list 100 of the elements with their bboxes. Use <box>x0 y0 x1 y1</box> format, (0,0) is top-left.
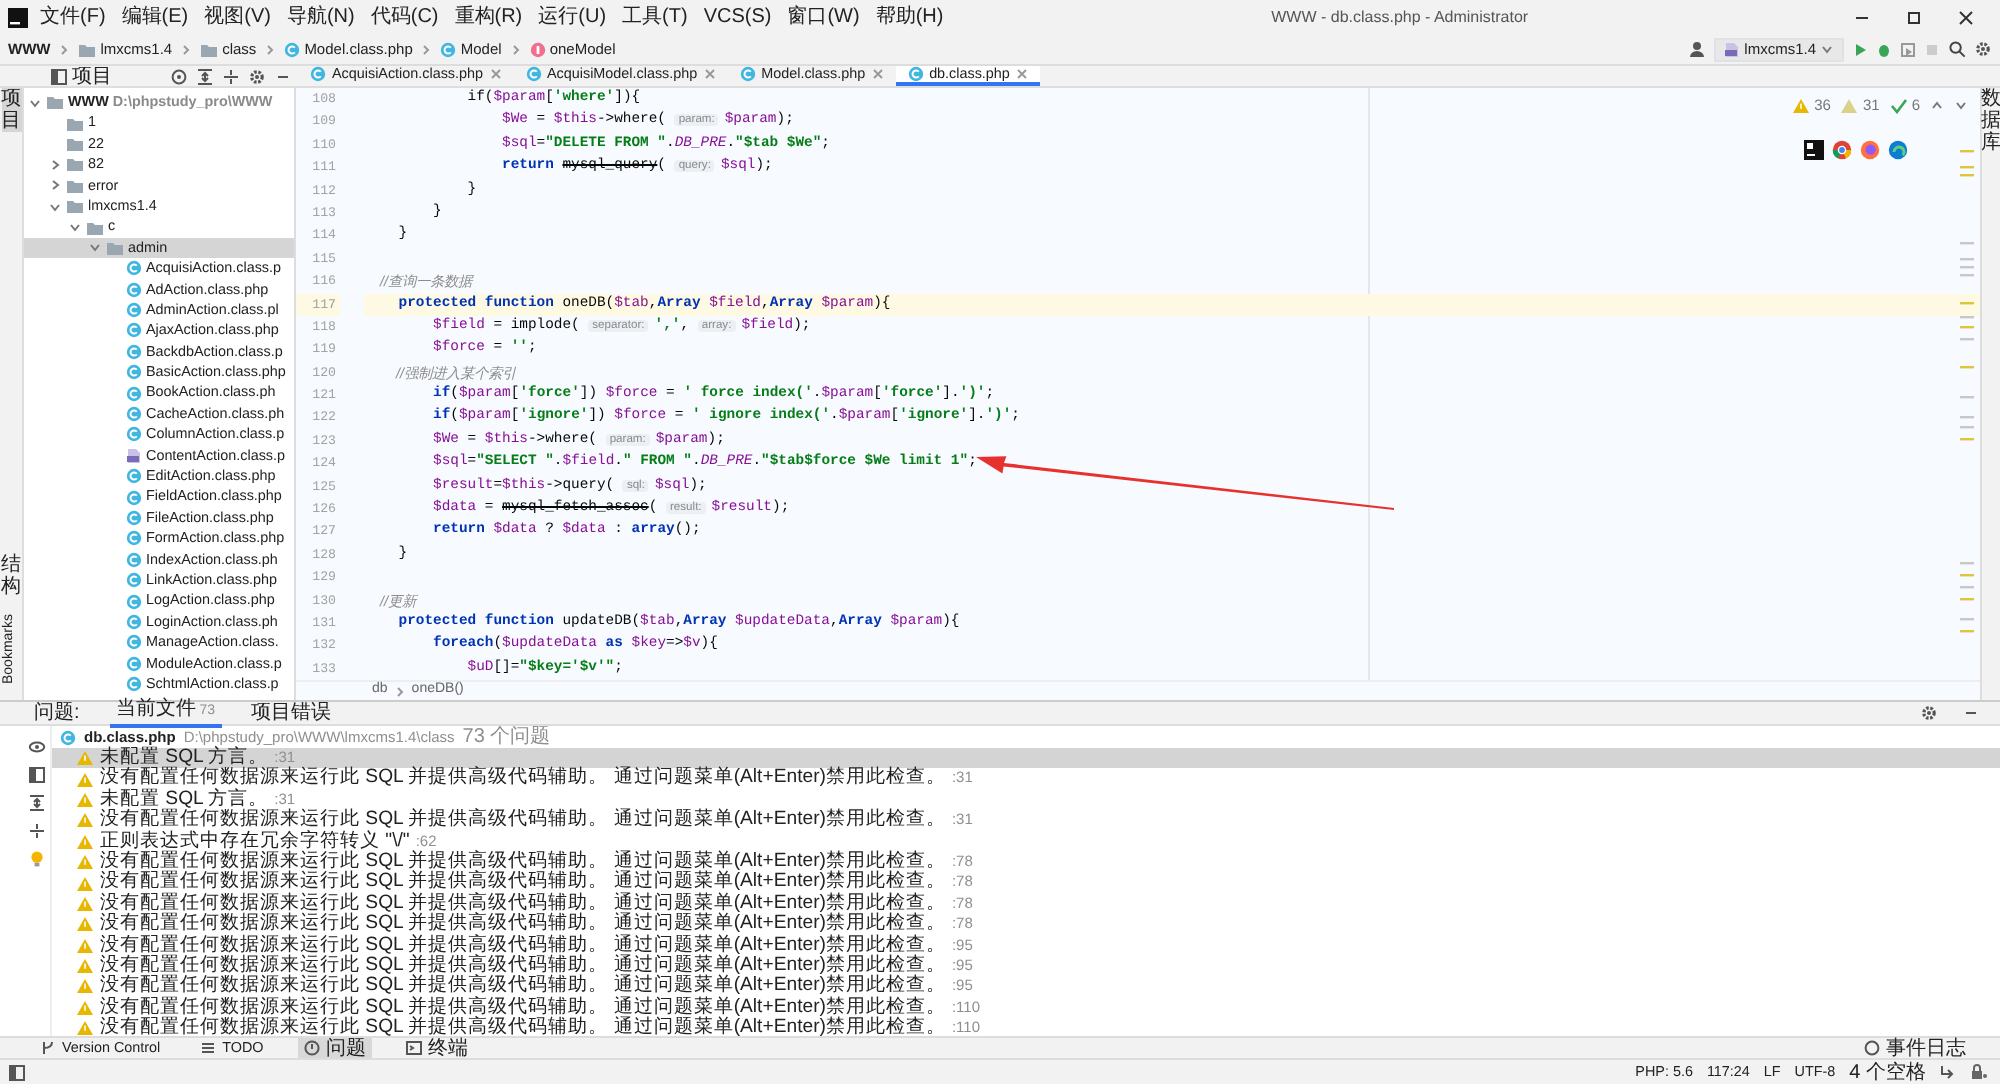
debug-icon[interactable] <box>1876 41 1892 57</box>
down-icon[interactable] <box>1954 98 1968 113</box>
menu-item[interactable]: 运行(U) <box>534 0 611 34</box>
indent-icon[interactable] <box>1940 1064 1956 1080</box>
warning-icon <box>76 895 94 912</box>
event-log-button[interactable]: 事件日志 <box>1858 1037 1972 1059</box>
chevron-icon[interactable] <box>48 178 62 193</box>
panel-title: 问题: <box>32 701 82 725</box>
ide-browser-icon[interactable] <box>1804 140 1824 160</box>
chevron-icon <box>509 41 522 57</box>
bulb-icon[interactable] <box>28 850 46 868</box>
user-icon[interactable] <box>1688 40 1707 58</box>
menu-item[interactable]: 编辑(E) <box>117 0 193 34</box>
branch-icon <box>40 1040 56 1056</box>
menu-item[interactable]: 工具(T) <box>618 0 692 34</box>
menu-item[interactable]: 文件(F) <box>36 0 110 34</box>
tool-window-button[interactable]: 终端 <box>399 1037 474 1059</box>
window-title: WWW - db.class.php - Administrator <box>1269 5 1531 29</box>
folder-icon <box>78 41 97 57</box>
tool-window-label[interactable]: 项目 <box>1 88 21 132</box>
firefox-icon[interactable] <box>1860 140 1880 160</box>
warning-icon <box>76 875 94 892</box>
class-file-icon <box>310 66 326 82</box>
warning-icon <box>76 791 94 808</box>
chrome-icon[interactable] <box>1832 140 1852 160</box>
class-file-icon <box>126 572 142 589</box>
panel-icon <box>50 67 68 85</box>
class-file-icon <box>126 551 142 568</box>
search-icon[interactable] <box>1948 40 1966 58</box>
chevron-icon[interactable] <box>88 240 102 255</box>
status-item[interactable]: 4 个空格 <box>1849 1057 1926 1084</box>
menu-item[interactable]: 重构(R) <box>450 0 527 34</box>
eye-icon[interactable] <box>28 738 46 756</box>
warning-icon <box>76 812 94 829</box>
locate-icon[interactable] <box>170 67 188 85</box>
coverage-icon[interactable] <box>1900 41 1916 57</box>
class-file-icon <box>126 426 142 443</box>
class-file-icon <box>907 66 924 82</box>
settings-icon[interactable] <box>1920 704 1938 722</box>
run-icon[interactable] <box>1852 41 1868 57</box>
class-file-icon <box>126 385 142 402</box>
log-icon <box>1864 1040 1880 1056</box>
caret-icon <box>1820 42 1834 56</box>
app-logo-icon <box>8 7 28 27</box>
maximize-icon[interactable] <box>1904 7 1924 27</box>
menu-item[interactable]: 代码(C) <box>366 0 443 34</box>
expand-all-icon[interactable] <box>28 794 46 812</box>
tool-window-label[interactable]: 结构 <box>1 553 21 598</box>
edge-icon[interactable] <box>1888 140 1908 160</box>
chevron-icon[interactable] <box>48 199 62 214</box>
menu-item[interactable]: 导航(N) <box>282 0 359 34</box>
method-icon <box>529 41 546 57</box>
warning-icon <box>76 771 94 788</box>
collapse-all-icon[interactable] <box>222 67 240 85</box>
project-view-dropdown[interactable]: 项目 <box>50 61 112 91</box>
layout-icon[interactable] <box>8 1063 26 1081</box>
warning-icon <box>76 999 94 1016</box>
class-icon <box>440 41 457 57</box>
warning-icon <box>76 854 94 871</box>
preview-icon[interactable] <box>28 766 46 784</box>
up-icon[interactable] <box>1930 98 1944 113</box>
list-icon <box>200 1040 217 1056</box>
warning-icon <box>1792 97 1811 114</box>
lock-icon[interactable] <box>1970 1064 1988 1080</box>
chevron-icon[interactable] <box>28 95 42 110</box>
menu-item[interactable]: VCS(S) <box>699 0 776 34</box>
tool-window-button[interactable]: 问题 <box>297 1037 372 1059</box>
warning-icon <box>76 916 94 933</box>
chevron-icon <box>264 41 277 57</box>
warning-icon <box>76 958 94 975</box>
warning-icon <box>76 978 94 995</box>
collapse-all-icon[interactable] <box>28 822 46 840</box>
class-file-icon <box>126 364 142 381</box>
class-file-icon <box>525 66 542 82</box>
tool-window-label[interactable]: 数据库 <box>1981 88 2000 154</box>
close-icon[interactable] <box>1956 7 1976 27</box>
class-file-icon <box>739 66 756 82</box>
check-icon <box>1889 97 1908 114</box>
class-file-icon <box>126 406 142 423</box>
chevron-icon <box>420 41 433 57</box>
class-file-icon <box>126 322 142 339</box>
chevron-icon[interactable] <box>48 157 62 172</box>
class-file-icon <box>126 530 142 547</box>
weak-warning-icon <box>1840 97 1859 114</box>
menu-item[interactable]: 视图(V) <box>200 0 275 34</box>
expand-all-icon[interactable] <box>196 67 214 85</box>
settings-icon[interactable] <box>1974 40 1992 58</box>
class-file-icon <box>126 281 142 298</box>
class-file-icon <box>126 260 142 277</box>
menu-item[interactable]: 帮助(H) <box>871 0 948 34</box>
class-file-icon <box>126 510 142 526</box>
warning-circle-icon <box>303 1040 320 1056</box>
panel-tab[interactable]: 项目错误 <box>245 701 338 725</box>
warning-icon <box>76 833 94 850</box>
class-file-icon <box>126 634 142 651</box>
settings-icon[interactable] <box>248 67 266 85</box>
class-file-icon <box>126 302 142 319</box>
chevron-icon[interactable] <box>68 220 82 235</box>
terminal-icon <box>405 1040 422 1056</box>
menu-item[interactable]: 窗口(W) <box>783 0 864 34</box>
